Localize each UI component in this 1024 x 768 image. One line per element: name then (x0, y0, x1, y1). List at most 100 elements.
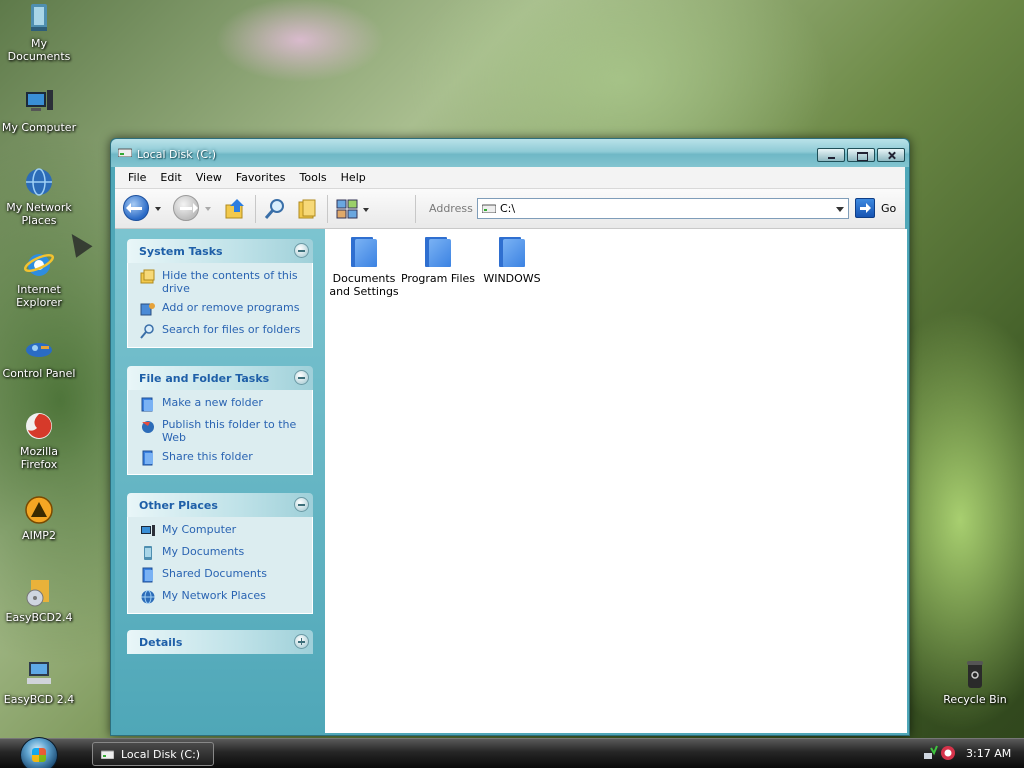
address-bar[interactable] (477, 198, 849, 219)
desktop-icon-firefox[interactable]: Mozilla Firefox (0, 410, 78, 471)
desktop-icon-my-computer[interactable]: My Computer (0, 86, 78, 134)
desktop-icon-internet-explorer[interactable]: Internet Explorer (0, 248, 78, 309)
back-dropdown-icon[interactable] (155, 207, 161, 211)
place-my-documents[interactable]: My Documents (140, 545, 304, 561)
taskbar-button-local-disk[interactable]: Local Disk (C:) (92, 742, 214, 766)
details-header[interactable]: Details (127, 630, 313, 654)
menu-view[interactable]: View (189, 171, 229, 184)
desktop-icon-easybcd-shortcut[interactable]: EasyBCD 2.4 (0, 658, 78, 706)
forward-dropdown-icon[interactable] (205, 207, 211, 211)
search-button[interactable] (263, 197, 287, 221)
start-button[interactable] (20, 737, 58, 768)
task-add-remove-programs[interactable]: Add or remove programs (140, 301, 304, 317)
firefox-icon (23, 410, 55, 442)
views-dropdown-icon (363, 208, 369, 212)
task-publish-to-web[interactable]: Publish this folder to the Web (140, 418, 304, 444)
maximize-button[interactable] (847, 148, 875, 162)
folders-icon (298, 199, 316, 219)
my-computer-icon (141, 525, 155, 536)
views-button[interactable] (335, 197, 371, 221)
menu-bar: File Edit View Favorites Tools Help (115, 167, 905, 189)
drive-icon (482, 204, 496, 213)
tray-app-icon[interactable] (940, 745, 956, 761)
toolbar: Address Go (115, 189, 905, 229)
chevron-down-icon (836, 207, 844, 212)
task-search-files[interactable]: Search for files or folders (140, 323, 304, 339)
other-places-panel: Other Places My Computer My Documents Sh… (127, 493, 313, 614)
desktop-icon-easybcd[interactable]: EasyBCD2.4 (0, 576, 78, 624)
go-button[interactable] (855, 198, 875, 218)
search-icon (264, 199, 284, 219)
system-tasks-title: System Tasks (139, 245, 223, 258)
file-folder-tasks-header[interactable]: File and Folder Tasks (127, 366, 313, 390)
system-tasks-header[interactable]: System Tasks (127, 239, 313, 263)
minimize-button[interactable] (817, 148, 845, 162)
task-make-new-folder[interactable]: Make a new folder (140, 396, 304, 412)
desktop-icon-control-panel[interactable]: Control Panel (0, 332, 78, 380)
desktop-icon-label: Control Panel (2, 367, 76, 380)
easybcd-shortcut-icon (23, 658, 55, 690)
folder-icon (351, 235, 377, 267)
add-remove-programs-icon (140, 303, 155, 316)
place-my-computer[interactable]: My Computer (140, 523, 304, 539)
other-places-header[interactable]: Other Places (127, 493, 313, 517)
go-label[interactable]: Go (881, 202, 896, 215)
views-icon (336, 199, 358, 219)
collapse-icon[interactable] (294, 497, 309, 512)
shared-documents-icon (142, 567, 153, 583)
close-button[interactable] (877, 148, 905, 162)
explorer-window: Local Disk (C:) File Edit View Favorites… (110, 138, 910, 736)
task-share-folder[interactable]: Share this folder (140, 450, 304, 466)
details-title: Details (139, 636, 183, 649)
drive-icon (101, 750, 114, 759)
my-documents-icon (144, 546, 152, 560)
task-hide-contents[interactable]: Hide the contents of this drive (140, 269, 304, 295)
folder-windows[interactable]: WINDOWS (473, 235, 551, 285)
menu-help[interactable]: Help (334, 171, 373, 184)
other-places-title: Other Places (139, 499, 218, 512)
back-button[interactable] (123, 195, 149, 221)
internet-explorer-icon (23, 248, 55, 280)
search-icon (140, 324, 154, 339)
desktop-icon-recycle-bin[interactable]: Recycle Bin (936, 658, 1014, 706)
forward-button[interactable] (173, 195, 199, 221)
collapse-icon[interactable] (294, 370, 309, 385)
expand-icon[interactable] (294, 634, 309, 649)
share-folder-icon (142, 450, 153, 466)
folder-lock-icon (140, 269, 155, 284)
back-arrow-icon (130, 207, 142, 210)
folder-label: Documents and Settings (329, 272, 399, 298)
taskbar: Local Disk (C:) 3:17 AM (0, 737, 1024, 768)
folder-documents-and-settings[interactable]: Documents and Settings (325, 235, 403, 298)
folder-program-files[interactable]: Program Files (399, 235, 477, 285)
desktop-icon-label: EasyBCD2.4 (5, 611, 73, 624)
place-my-network-places[interactable]: My Network Places (140, 589, 304, 605)
menu-favorites[interactable]: Favorites (229, 171, 293, 184)
system-tray: 3:17 AM (920, 744, 1024, 764)
folders-button[interactable] (295, 197, 319, 221)
menu-edit[interactable]: Edit (153, 171, 188, 184)
clock[interactable]: 3:17 AM (966, 747, 1011, 760)
menu-file[interactable]: File (121, 171, 153, 184)
easybcd-icon (23, 576, 55, 608)
up-folder-button[interactable] (223, 197, 247, 221)
desktop-icon-label: AIMP2 (22, 529, 56, 542)
up-folder-icon (225, 199, 244, 219)
network-status-icon[interactable] (922, 745, 938, 761)
desktop-icon-label: My Computer (1, 121, 77, 134)
desktop-icon-label: Recycle Bin (943, 693, 1007, 706)
place-shared-documents[interactable]: Shared Documents (140, 567, 304, 583)
menu-tools[interactable]: Tools (293, 171, 334, 184)
address-label: Address (429, 202, 473, 215)
folder-label: Program Files (400, 272, 476, 285)
title-bar[interactable]: Local Disk (C:) (111, 139, 909, 167)
collapse-icon[interactable] (294, 243, 309, 258)
publish-web-icon (142, 421, 154, 433)
address-dropdown-button[interactable] (832, 200, 847, 217)
desktop-icon-my-documents[interactable]: My Documents (0, 2, 78, 63)
desktop-icon-label: My Documents (7, 37, 71, 63)
desktop-icon-aimp2[interactable]: AIMP2 (0, 494, 78, 542)
desktop-icon-network-places[interactable]: My Network Places (0, 166, 78, 227)
desktop-icon-label: Internet Explorer (16, 283, 62, 309)
address-input[interactable] (500, 201, 820, 216)
